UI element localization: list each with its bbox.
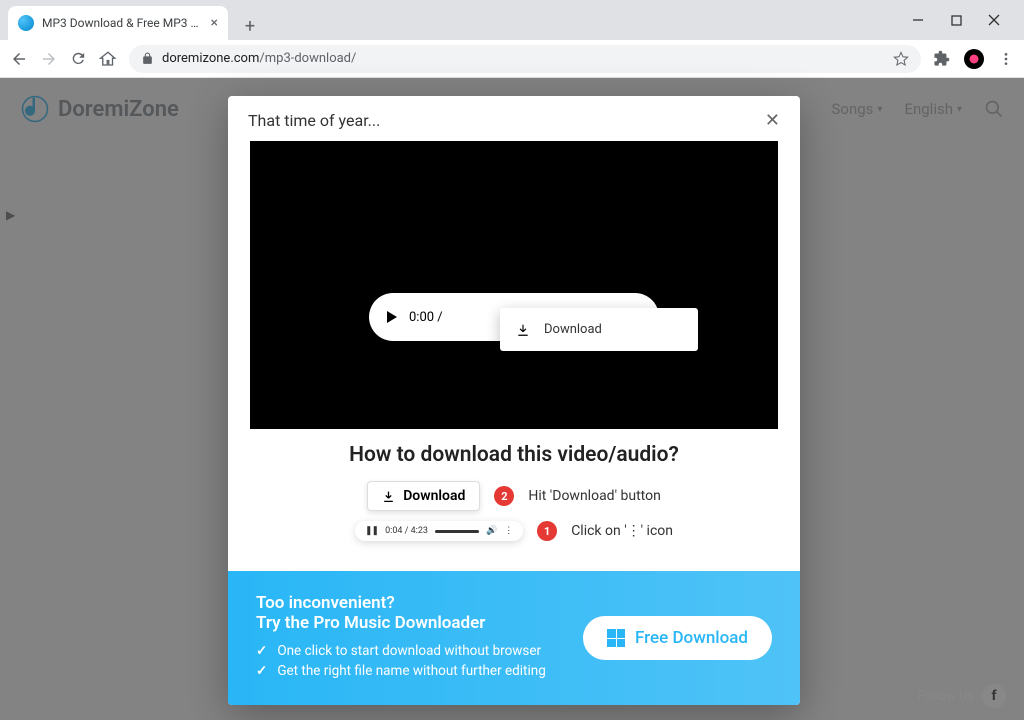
download-context-menu[interactable]: Download (500, 308, 698, 351)
mini-player-time: 0:04 / 4:23 (385, 526, 428, 536)
download-arrow-icon (516, 323, 530, 337)
kebab-menu-icon[interactable] (998, 51, 1014, 67)
new-tab-button[interactable]: + (236, 12, 264, 40)
player-time: 0:00 / (409, 310, 443, 325)
mini-player-demo: ❚❚ 0:04 / 4:23 🔊 ⋮ (355, 521, 523, 541)
video-preview: 0:00 / Download (250, 141, 778, 429)
promo-heading-1: Too inconvenient? (256, 593, 583, 613)
kebab-icon: ⋮ (504, 526, 513, 536)
home-button[interactable] (99, 50, 117, 68)
howto-section: How to download this video/audio? Downlo… (228, 443, 800, 571)
profile-avatar-icon[interactable] (964, 49, 984, 69)
tab-close-icon[interactable]: × (211, 15, 218, 31)
download-menu-label: Download (544, 322, 602, 337)
volume-icon: 🔊 (486, 526, 497, 536)
howto-title: How to download this video/audio? (250, 443, 778, 467)
promo-heading-2: Try the Pro Music Downloader (256, 613, 583, 633)
modal-title: That time of year... (248, 111, 380, 130)
favicon-icon (18, 15, 34, 31)
facebook-icon[interactable]: f (982, 684, 1006, 708)
step-row-2: Download 2 Hit 'Download' button (250, 481, 778, 511)
step-2-text: Hit 'Download' button (528, 488, 660, 504)
promo-bullet-1: ✓One click to start download without bro… (256, 643, 583, 659)
check-icon: ✓ (256, 663, 267, 679)
step-badge-2: 2 (494, 486, 514, 506)
free-download-button[interactable]: Free Download (583, 616, 772, 660)
promo-bullet-2: ✓Get the right file name without further… (256, 663, 583, 679)
close-window-icon[interactable] (984, 10, 1004, 30)
step-1-text: Click on '⋮' icon (571, 523, 673, 539)
extension-icons (933, 49, 1014, 69)
lock-icon (141, 52, 154, 65)
tab-title: MP3 Download & Free MP3 Mus (42, 16, 203, 30)
address-bar[interactable]: doremizone.com/mp3-download/ (129, 45, 921, 73)
progress-bar (435, 530, 479, 533)
pause-icon: ❚❚ (365, 526, 378, 536)
browser-tab[interactable]: MP3 Download & Free MP3 Mus × (8, 6, 228, 40)
download-modal: That time of year... ✕ 0:00 / Download H… (228, 96, 800, 705)
bookmark-star-icon[interactable] (893, 51, 909, 67)
extensions-icon[interactable] (933, 50, 950, 67)
check-icon: ✓ (256, 643, 267, 659)
back-button[interactable] (10, 50, 28, 68)
step-row-1: ❚❚ 0:04 / 4:23 🔊 ⋮ 1 Click on '⋮' icon (250, 521, 778, 541)
follow-label: Follow Us (918, 689, 974, 704)
maximize-icon[interactable] (946, 10, 966, 30)
forward-button[interactable] (40, 50, 58, 68)
play-icon[interactable] (387, 311, 397, 323)
free-download-label: Free Download (635, 628, 748, 648)
download-arrow-icon (382, 490, 395, 503)
browser-toolbar: doremizone.com/mp3-download/ (0, 40, 1024, 78)
reload-button[interactable] (70, 50, 87, 67)
modal-close-button[interactable]: ✕ (765, 110, 780, 131)
promo-banner: Too inconvenient? Try the Pro Music Down… (228, 571, 800, 705)
url-text: doremizone.com/mp3-download/ (162, 51, 356, 66)
step-badge-1: 1 (537, 521, 557, 541)
browser-tab-strip: MP3 Download & Free MP3 Mus × + (0, 0, 1024, 40)
window-controls (908, 10, 1016, 30)
promo-text: Too inconvenient? Try the Pro Music Down… (256, 593, 583, 683)
download-demo-button: Download (367, 481, 480, 511)
windows-icon (607, 629, 625, 647)
page-viewport: DoremiZone Songs▾ English▾ ▶ That time o… (0, 78, 1024, 720)
follow-us: Follow Us f (918, 684, 1006, 708)
modal-header: That time of year... ✕ (228, 96, 800, 141)
minimize-icon[interactable] (908, 10, 928, 30)
